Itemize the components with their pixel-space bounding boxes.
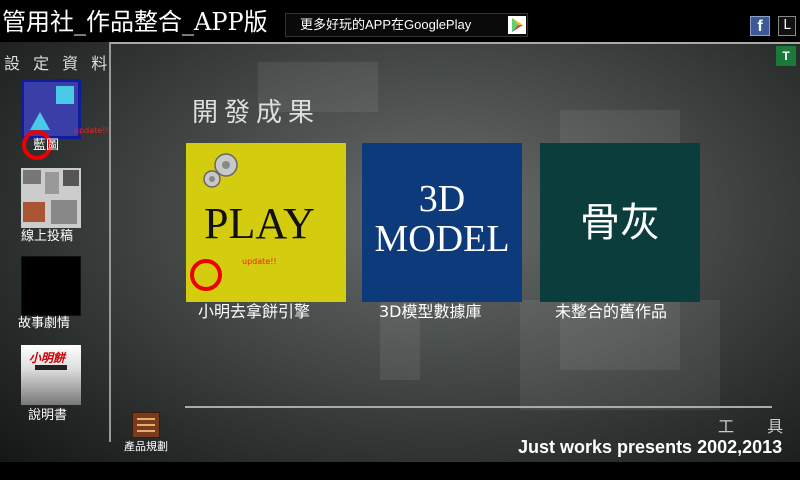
sidebar-item-label: 說明書: [28, 408, 68, 423]
promo-text: 更多好玩的APP在GooglePlay: [300, 17, 472, 32]
sidebar-item-label: 線上投稿: [21, 229, 74, 244]
gear-icon: [203, 153, 238, 188]
tile-3d-text: 3D MODEL: [362, 179, 522, 259]
thumb-panel: [23, 170, 41, 184]
tile-caption-play: 小明去拿餅引擎: [198, 302, 311, 321]
l-button[interactable]: L: [778, 16, 796, 36]
thumb-panel: [23, 202, 45, 222]
tile-3d-text-line2: MODEL: [374, 218, 510, 260]
tile-caption-old-works: 未整合的舊作品: [555, 302, 668, 321]
divider-side: [109, 42, 111, 442]
copyright-text: Just works presents 2002,2013: [518, 437, 783, 457]
top-bar: 管用社_作品整合_APP版 更多好玩的APP在GooglePlay f L: [0, 0, 800, 42]
tile-3d-text-line1: 3D: [418, 178, 466, 220]
manual-thumb-logo: 小明餅: [29, 351, 66, 365]
sidebar-item-label: 故事劇情: [18, 316, 71, 331]
sidebar-item-story[interactable]: [21, 256, 81, 316]
sidebar-item-blueprint[interactable]: [21, 79, 81, 139]
divider-bottom: [185, 406, 772, 408]
facebook-icon[interactable]: f: [750, 16, 770, 36]
tile-caption-3d: 3D模型數據庫: [379, 302, 482, 321]
planning-icon[interactable]: [132, 412, 160, 438]
update-badge-play: update!!: [242, 257, 277, 266]
sidebar-heading: 設 定 資 料: [4, 54, 112, 73]
blueprint-square-shape: [56, 86, 74, 104]
divider-top: [110, 42, 800, 44]
sidebar-item-manual[interactable]: 小明餅: [21, 345, 81, 405]
sidebar-item-label: 藍圖: [33, 138, 60, 153]
google-play-promo-button[interactable]: 更多好玩的APP在GooglePlay: [285, 13, 528, 37]
update-badge-blueprint: update!!: [74, 126, 109, 135]
blueprint-triangle-shape: [30, 112, 50, 130]
update-circle-icon: [190, 259, 222, 291]
planning-icon-line: [137, 424, 155, 426]
google-play-icon: [508, 16, 526, 34]
tile-play-engine[interactable]: PLAY update!!: [186, 143, 346, 302]
tile-old-works[interactable]: 骨灰: [540, 143, 700, 302]
planning-label: 產品規劃: [124, 440, 168, 453]
thumb-panel: [51, 200, 77, 224]
thumb-panel: [63, 170, 79, 186]
tile-ash-text: 骨灰: [580, 200, 660, 246]
tools-button[interactable]: 工 具: [718, 413, 797, 437]
planning-icon-line: [137, 418, 155, 420]
planning-icon-line: [137, 430, 155, 432]
bottom-bar: [0, 462, 800, 480]
app-title: 管用社_作品整合_APP版: [2, 8, 268, 36]
thumb-panel: [45, 172, 59, 194]
t-button[interactable]: T: [776, 46, 796, 66]
tile-play-text: PLAY: [204, 199, 315, 248]
sidebar-item-online-submission[interactable]: [21, 168, 81, 228]
manual-thumb-bar: [35, 365, 67, 370]
tile-3d-model[interactable]: 3D MODEL: [362, 143, 522, 302]
section-title: 開發成果: [192, 98, 321, 128]
